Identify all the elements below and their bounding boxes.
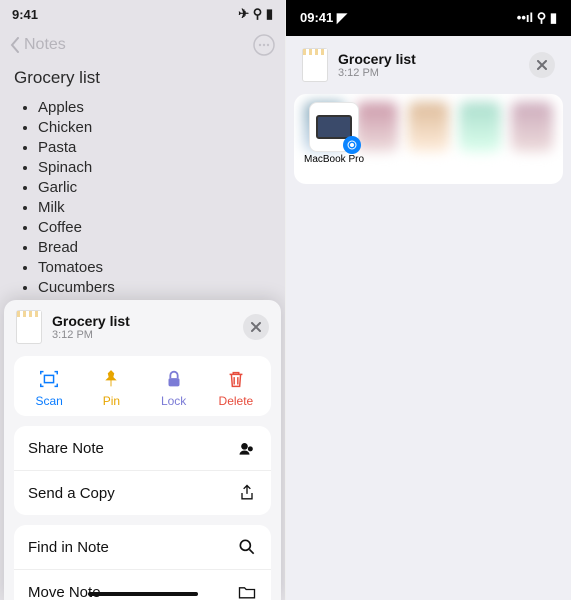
left-screenshot: 9:41 ✈ ⚲ ▮ Notes Grocery list Apples Chi… (0, 0, 286, 600)
pin-button[interactable]: Pin (83, 368, 139, 408)
note-thumbnail (16, 310, 42, 344)
list-item: Coffee (38, 218, 271, 238)
list-item: Bread (38, 238, 271, 258)
right-screenshot: 09:41 ◤ ••ıl ⚲ ▮ Grocery list 3:12 PM Ma… (286, 0, 571, 600)
status-bar: 09:41 ◤ ••ıl ⚲ ▮ (286, 0, 571, 36)
send-copy-row[interactable]: Send a Copy (14, 471, 271, 515)
back-button[interactable]: Notes (10, 36, 66, 54)
option-group-share: Share Note Send a Copy (14, 426, 271, 515)
list-item: Tomatoes (38, 258, 271, 278)
more-icon[interactable] (253, 34, 275, 56)
close-button[interactable] (243, 314, 269, 340)
close-icon (251, 322, 261, 332)
chevron-left-icon (10, 37, 20, 53)
note-body[interactable]: Grocery list Apples Chicken Pasta Spinac… (0, 62, 285, 298)
sheet-time: 3:12 PM (52, 329, 130, 341)
list-item: Chicken (38, 118, 271, 138)
status-indicators: ••ıl ⚲ ▮ (517, 10, 557, 26)
nav-bar: Notes (0, 28, 285, 62)
airdrop-device[interactable]: MacBook Pro (304, 102, 364, 165)
lock-button[interactable]: Lock (146, 368, 202, 408)
airdrop-badge-icon (347, 140, 357, 150)
list-item: Garlic (38, 178, 271, 198)
share-time: 3:12 PM (338, 67, 416, 79)
laptop-icon (309, 102, 359, 152)
scan-icon (38, 368, 60, 390)
airdrop-suggestions: MacBook Pro (294, 94, 563, 184)
share-up-icon (237, 483, 257, 503)
scan-button[interactable]: Scan (21, 368, 77, 408)
lock-icon (163, 368, 185, 390)
status-time: 09:41 (300, 10, 333, 25)
list-item: Milk (38, 198, 271, 218)
share-header: Grocery list 3:12 PM (294, 42, 563, 88)
folder-icon (237, 582, 257, 600)
share-note-row[interactable]: Share Note (14, 426, 271, 471)
option-group-tools: Find in Note Move Note Lines & Grids (14, 525, 271, 600)
list-item: Apples (38, 98, 271, 118)
list-item: Pasta (38, 138, 271, 158)
quick-actions: Scan Pin Lock Delete (14, 356, 271, 416)
pin-icon (100, 368, 122, 390)
trash-icon (225, 368, 247, 390)
action-sheet: Grocery list 3:12 PM Scan Pin Lock (4, 300, 281, 600)
list-item: Spinach (38, 158, 271, 178)
find-row[interactable]: Find in Note (14, 525, 271, 570)
note-title: Grocery list (14, 68, 271, 88)
share-people-icon (237, 438, 257, 458)
delete-button[interactable]: Delete (208, 368, 264, 408)
status-time: 9:41 (12, 7, 38, 22)
status-bar: 9:41 ✈ ⚲ ▮ (0, 0, 285, 28)
sheet-title: Grocery list (52, 313, 130, 329)
status-indicators: ✈ ⚲ ▮ (238, 6, 273, 22)
sheet-header: Grocery list 3:12 PM (4, 300, 281, 352)
home-indicator[interactable] (88, 592, 198, 596)
close-icon (537, 60, 547, 70)
close-button[interactable] (529, 52, 555, 78)
share-title: Grocery list (338, 51, 416, 67)
search-icon (237, 537, 257, 557)
note-list: Apples Chicken Pasta Spinach Garlic Milk… (14, 98, 271, 298)
list-item: Cucumbers (38, 278, 271, 298)
note-thumbnail (302, 48, 328, 82)
device-label: MacBook Pro (304, 154, 364, 165)
